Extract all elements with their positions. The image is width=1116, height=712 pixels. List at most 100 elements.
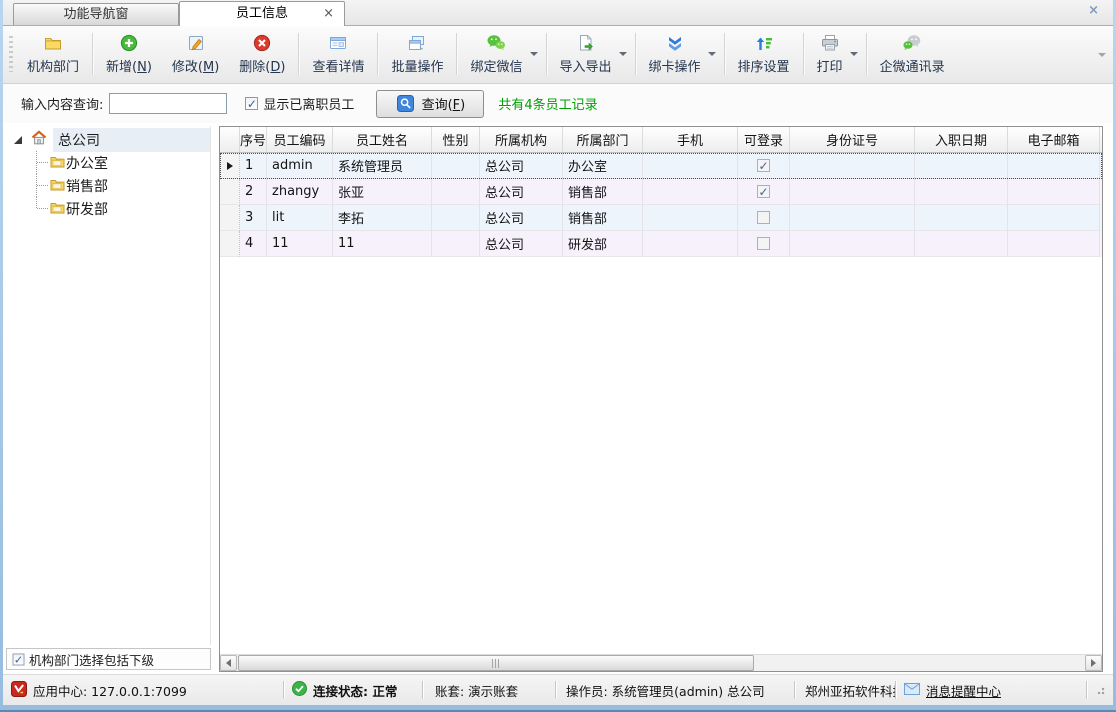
grid-rows: 1admin系统管理员总公司办公室2zhangy张亚总公司销售部3lit李拓总公… bbox=[220, 153, 1102, 257]
can-login-checkbox[interactable] bbox=[757, 211, 770, 224]
column-header-9[interactable]: 身份证号 bbox=[790, 127, 915, 152]
detail-icon bbox=[328, 34, 348, 52]
toolbar-button-import-export[interactable]: 导入导出 bbox=[550, 28, 632, 80]
show-resigned-checkbox[interactable] bbox=[245, 97, 258, 110]
message-center[interactable]: 消息提醒中心 bbox=[896, 681, 1086, 700]
toolbar-button-label: 导入导出 bbox=[560, 56, 612, 75]
cell-name: 系统管理员 bbox=[333, 153, 432, 179]
toolbar-button-edit[interactable]: 修改(M) bbox=[162, 28, 229, 80]
cell-seq: 4 bbox=[240, 231, 267, 257]
toolbar-button-sort-settings[interactable]: 排序设置 bbox=[728, 28, 800, 80]
cell-code: admin bbox=[267, 153, 333, 179]
query-button[interactable]: 查询(F) bbox=[376, 90, 484, 118]
table-row-2[interactable]: 2zhangy张亚总公司销售部 bbox=[220, 179, 1102, 205]
wechat-icon bbox=[486, 34, 506, 52]
toolbar-button-label: 打印 bbox=[817, 56, 843, 75]
app-center-status: 应用中心: 127.0.0.1:7099 bbox=[11, 681, 283, 700]
column-header-10[interactable]: 入职日期 bbox=[915, 127, 1008, 152]
column-header-8[interactable]: 可登录 bbox=[738, 127, 790, 152]
toolbar-button-add[interactable]: 新增(N) bbox=[96, 28, 162, 80]
dropdown-arrow-icon[interactable] bbox=[850, 52, 858, 56]
horizontal-scrollbar[interactable] bbox=[220, 654, 1102, 671]
toolbar-button-card-ops[interactable]: 绑卡操作 bbox=[639, 28, 721, 80]
search-input[interactable] bbox=[109, 93, 227, 114]
toolbar-button-delete[interactable]: 删除(D) bbox=[229, 28, 295, 80]
status-bar: 应用中心: 127.0.0.1:7099 连接状态: 正常 账套: 演示账套 操… bbox=[3, 674, 1113, 705]
column-header-1[interactable]: 序号 bbox=[240, 127, 267, 152]
toolbar-button-batch-ops[interactable]: 批量操作 bbox=[381, 28, 453, 80]
can-login-checkbox[interactable] bbox=[757, 159, 770, 172]
column-header-6[interactable]: 所属部门 bbox=[563, 127, 643, 152]
tree-node-label: 研发部 bbox=[66, 199, 108, 219]
tree-node-3[interactable]: 研发部 bbox=[6, 197, 210, 220]
cell-dept: 研发部 bbox=[563, 231, 643, 257]
cell-hire_date bbox=[915, 153, 1008, 179]
org-tree-panel: 总公司 办公室销售部研发部 bbox=[6, 126, 211, 645]
toolbar-separator bbox=[546, 33, 547, 75]
column-header-3[interactable]: 员工姓名 bbox=[333, 127, 432, 152]
row-selector[interactable] bbox=[220, 205, 240, 231]
row-selector[interactable] bbox=[220, 231, 240, 257]
cell-org: 总公司 bbox=[480, 153, 563, 179]
include-sub-depts-checkbox[interactable] bbox=[13, 653, 25, 665]
column-header-2[interactable]: 员工编码 bbox=[267, 127, 333, 152]
tree-node-2[interactable]: 销售部 bbox=[6, 174, 210, 197]
tree-node-1[interactable]: 办公室 bbox=[6, 151, 210, 174]
import-export-icon bbox=[576, 34, 596, 52]
toolbar-button-view-detail[interactable]: 查看详情 bbox=[302, 28, 374, 80]
tab-nav-window[interactable]: 功能导航窗 bbox=[13, 3, 179, 25]
column-header-4[interactable]: 性别 bbox=[432, 127, 480, 152]
toolbar-button-print[interactable]: 打印 bbox=[807, 28, 863, 80]
cell-phone bbox=[643, 205, 738, 231]
dropdown-arrow-icon[interactable] bbox=[708, 52, 716, 56]
column-header-7[interactable]: 手机 bbox=[643, 127, 738, 152]
toolbar-button-qywx-contacts[interactable]: 企微通讯录 bbox=[870, 28, 955, 80]
table-row-1[interactable]: 1admin系统管理员总公司办公室 bbox=[220, 153, 1102, 179]
folder-icon bbox=[43, 34, 63, 52]
row-selector[interactable] bbox=[220, 179, 240, 205]
batch-icon bbox=[407, 34, 427, 52]
can-login-checkbox[interactable] bbox=[757, 185, 770, 198]
cell-can_login bbox=[738, 231, 790, 257]
scrollbar-thumb[interactable] bbox=[238, 655, 754, 671]
message-center-link[interactable]: 消息提醒中心 bbox=[926, 681, 1001, 700]
tree-node-root[interactable]: 总公司 bbox=[6, 128, 210, 151]
column-header-11[interactable]: 电子邮箱 bbox=[1008, 127, 1100, 152]
row-selector[interactable] bbox=[220, 153, 240, 179]
column-header-5[interactable]: 所属机构 bbox=[480, 127, 563, 152]
scroll-right-icon[interactable] bbox=[1085, 655, 1102, 671]
toolbar-button-org-dept[interactable]: 机构部门 bbox=[17, 28, 89, 80]
toolbar-button-label: 查看详情 bbox=[312, 56, 364, 75]
tab-close-icon[interactable]: × bbox=[323, 6, 334, 21]
tree-expander-icon[interactable] bbox=[14, 136, 22, 144]
toolbar-overflow-icon[interactable] bbox=[1098, 53, 1106, 57]
dropdown-arrow-icon[interactable] bbox=[619, 52, 627, 56]
dropdown-arrow-icon[interactable] bbox=[530, 52, 538, 56]
vendor-status: 郑州亚拓软件科技 bbox=[795, 681, 895, 700]
app-center-icon bbox=[11, 681, 27, 700]
cell-can_login bbox=[738, 153, 790, 179]
tab-employee-info[interactable]: 员工信息 × bbox=[179, 1, 345, 26]
toolbar-button-label: 机构部门 bbox=[27, 56, 79, 75]
can-login-checkbox[interactable] bbox=[757, 237, 770, 250]
cell-dept: 销售部 bbox=[563, 205, 643, 231]
tree-node-label: 销售部 bbox=[66, 176, 108, 196]
connection-ok-icon bbox=[292, 681, 307, 699]
cell-hire_date bbox=[915, 231, 1008, 257]
qywx-icon bbox=[902, 34, 922, 52]
mail-icon bbox=[904, 683, 920, 698]
table-row-4[interactable]: 41111总公司研发部 bbox=[220, 231, 1102, 257]
connection-text: 连接状态: 正常 bbox=[313, 681, 397, 700]
toolbar-button-label: 新增(N) bbox=[106, 56, 152, 75]
tabstrip-close-icon[interactable]: × bbox=[1088, 3, 1099, 18]
table-row-3[interactable]: 3lit李拓总公司销售部 bbox=[220, 205, 1102, 231]
cell-name: 11 bbox=[333, 231, 432, 257]
cell-phone bbox=[643, 153, 738, 179]
query-button-label: 查询(F) bbox=[422, 94, 466, 113]
scroll-left-icon[interactable] bbox=[220, 655, 237, 671]
toolbar-button-bind-wechat[interactable]: 绑定微信 bbox=[460, 28, 542, 80]
toolbar-drag-grip[interactable] bbox=[9, 36, 13, 72]
cell-phone bbox=[643, 179, 738, 205]
cell-gender bbox=[432, 179, 480, 205]
resize-grip-icon[interactable] bbox=[1095, 685, 1105, 695]
